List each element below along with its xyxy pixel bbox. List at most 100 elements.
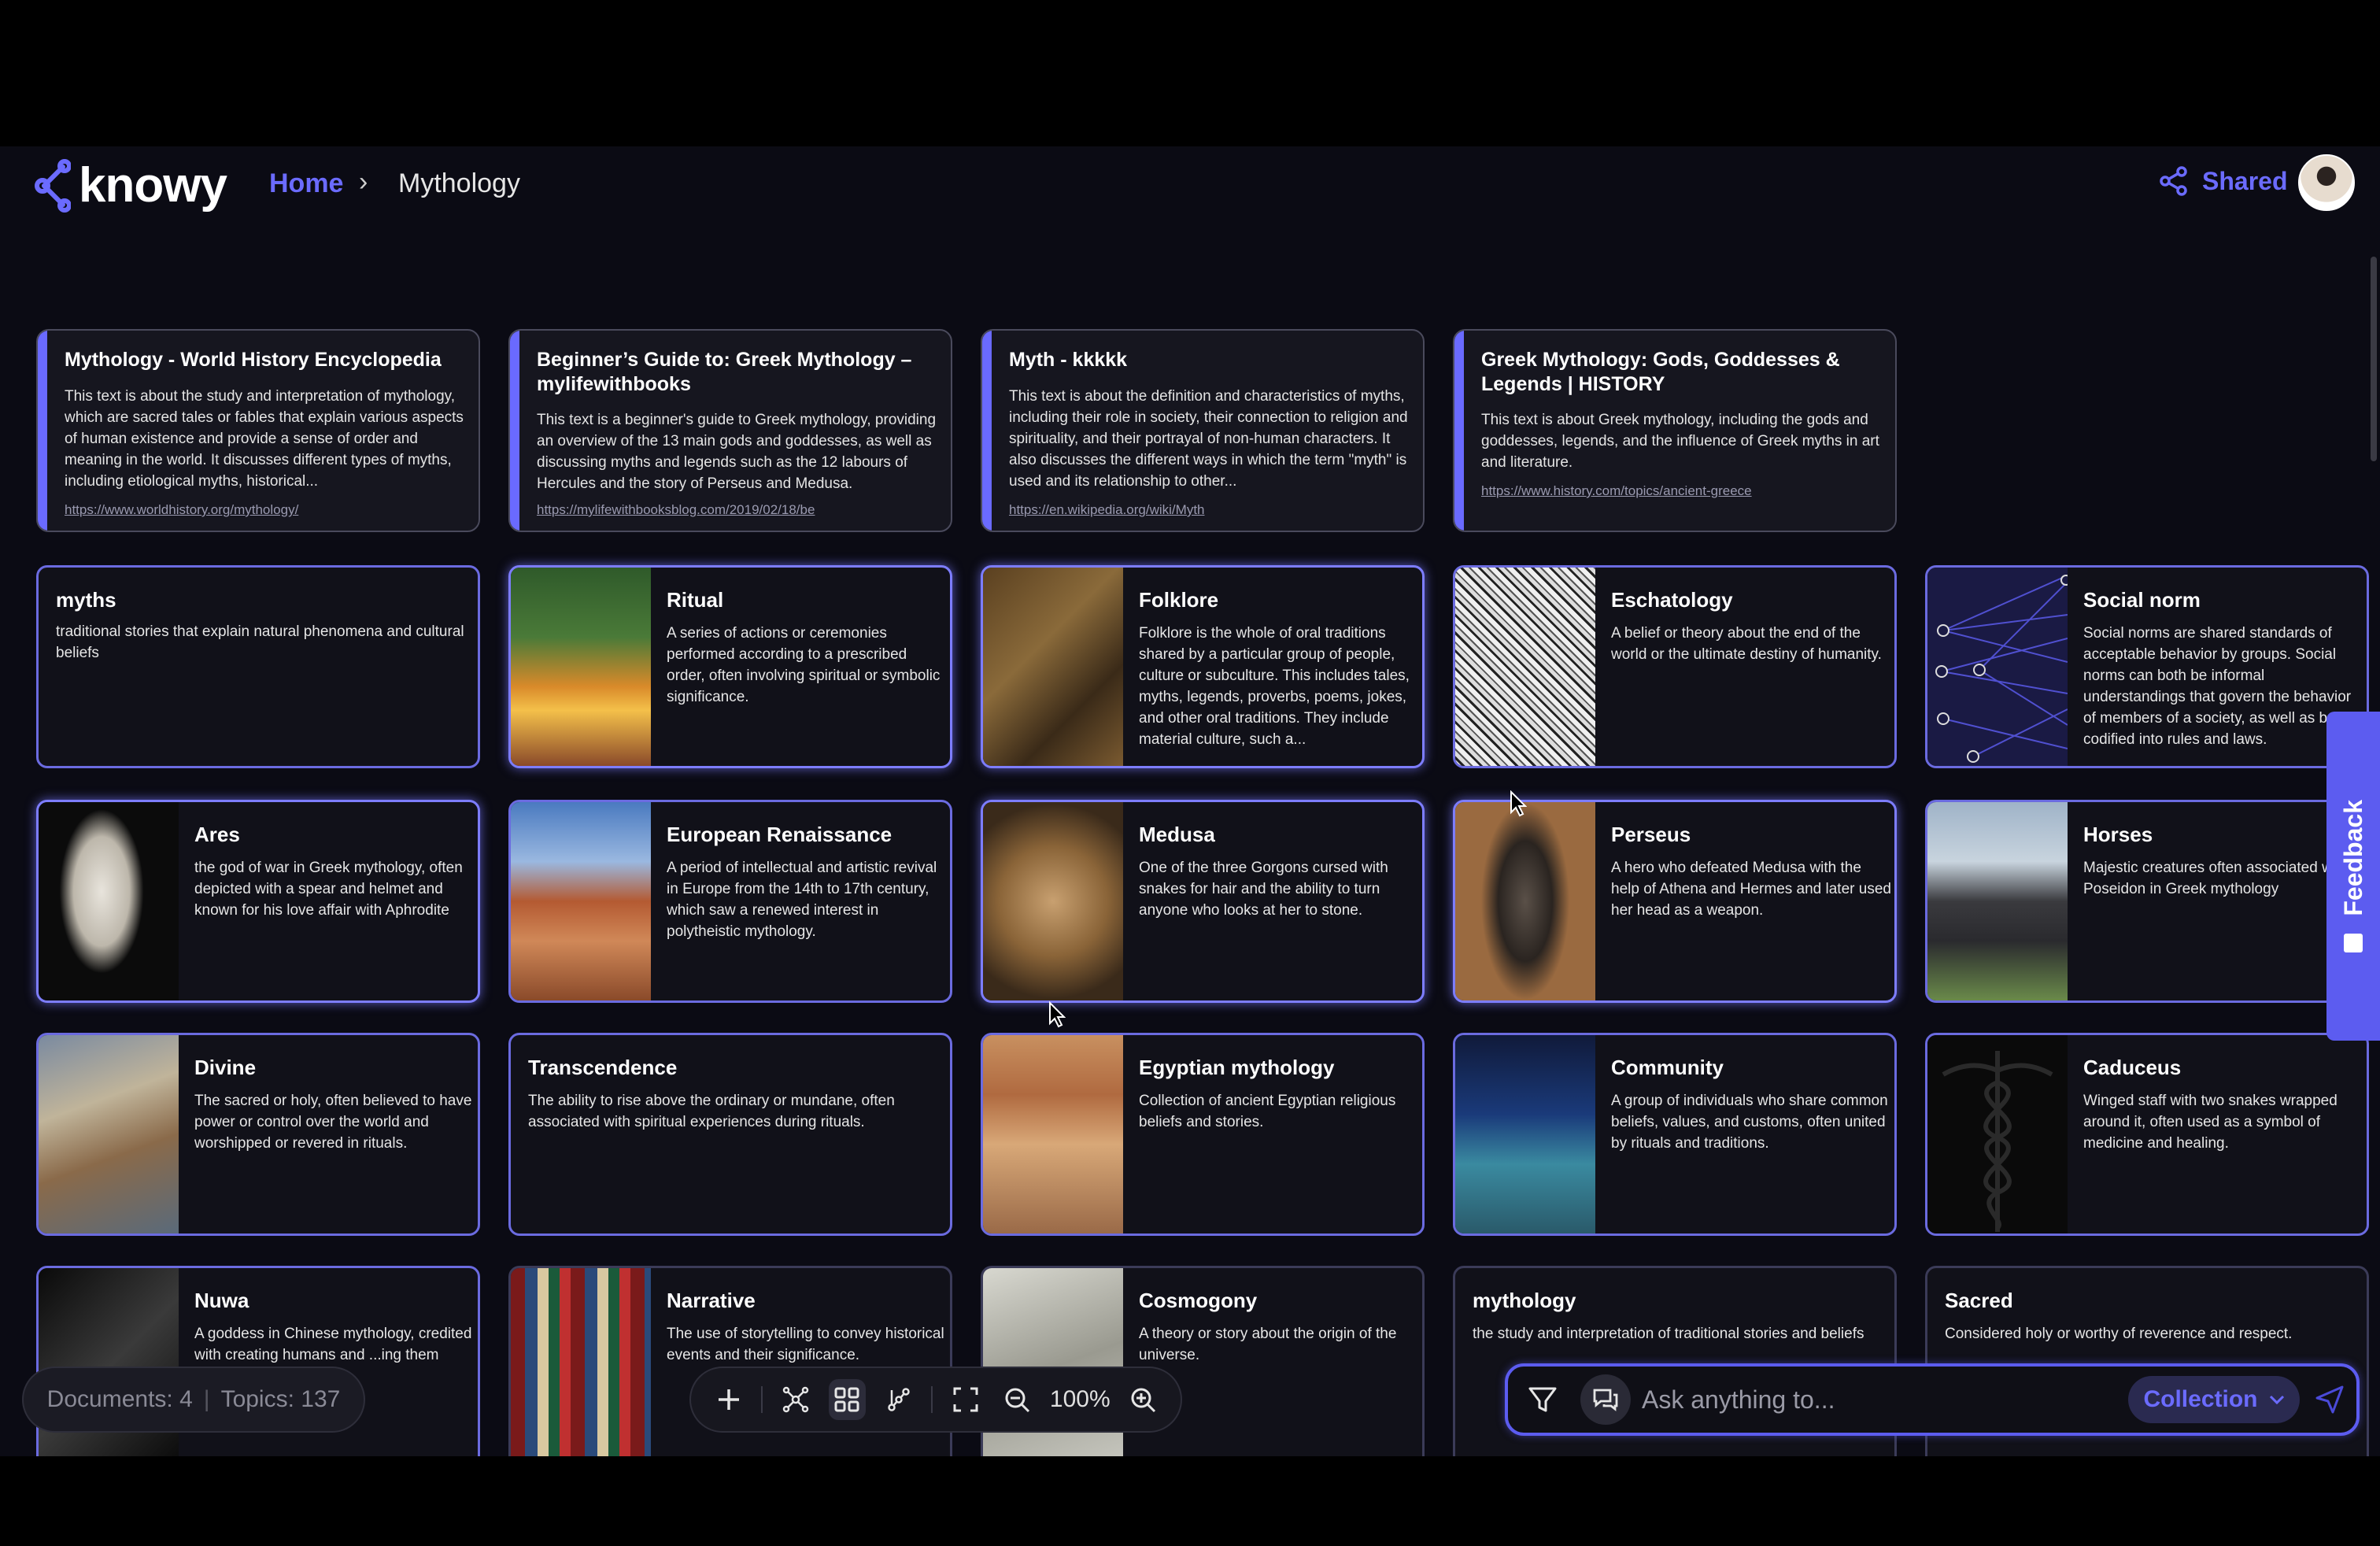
breadcrumb-home[interactable]: Home: [269, 168, 343, 199]
logo-text: knowy: [79, 158, 227, 213]
collection-dropdown[interactable]: Collection: [2128, 1376, 2300, 1423]
documents-count: Documents: 4: [46, 1386, 193, 1412]
topic-description: Folklore is the whole of oral traditions…: [1139, 625, 1410, 748]
shared-button[interactable]: Shared: [2158, 165, 2287, 197]
caduceus-image: [1927, 1035, 2068, 1233]
zoom-out-icon: [1005, 1388, 1030, 1413]
document-summary: This text is about Greek mythology, incl…: [1481, 412, 1879, 471]
topic-title: Divine: [194, 1056, 257, 1079]
topic-description: A period of intellectual and artistic re…: [667, 860, 937, 940]
topic-card-eschatology[interactable]: Eschatology A belief or theory about the…: [1453, 565, 1897, 768]
document-card[interactable]: Beginner’s Guide to: Greek Mythology – m…: [508, 329, 952, 532]
topic-card-folklore[interactable]: Folklore Folklore is the whole of oral t…: [981, 565, 1425, 768]
grid-view-button[interactable]: [828, 1379, 866, 1420]
renaissance-image: [511, 802, 651, 1000]
topic-card-perseus[interactable]: Perseus A hero who defeated Medusa with …: [1453, 800, 1897, 1003]
topic-title: Caduceus: [2083, 1056, 2182, 1079]
document-link[interactable]: https://www.worldhistory.org/mythology/: [65, 502, 298, 518]
topic-title: Folklore: [1139, 588, 1219, 612]
fullscreen-icon: [953, 1387, 978, 1412]
feedback-icon: [2344, 933, 2363, 952]
topic-title: Eschatology: [1611, 588, 1733, 612]
topics-count: Topics: 137: [220, 1386, 341, 1412]
scrollbar-thumb[interactable]: [2371, 257, 2377, 461]
medusa-image: [983, 802, 1123, 1000]
toolbar-divider: [931, 1386, 933, 1413]
breadcrumb-chevron-icon: ›: [359, 167, 368, 197]
top-letterbox: [0, 0, 2380, 146]
document-link[interactable]: https://en.wikipedia.org/wiki/Myth: [1009, 502, 1205, 518]
tree-view-button[interactable]: [880, 1379, 917, 1420]
document-link[interactable]: https://mylifewithbooksblog.com/2019/02/…: [537, 502, 815, 518]
topic-description: Majestic creatures often associated with…: [2083, 860, 2349, 897]
canvas-toolbar: 100%: [689, 1367, 1182, 1433]
topic-description: One of the three Gorgons cursed with sna…: [1139, 860, 1388, 919]
topic-title: European Renaissance: [667, 823, 893, 846]
topic-card-european-renaissance[interactable]: European Renaissance A period of intelle…: [508, 800, 952, 1003]
graph-view-button[interactable]: [777, 1379, 814, 1420]
topic-title: Cosmogony: [1139, 1289, 1258, 1312]
topic-card-myths[interactable]: myths traditional stories that explain n…: [36, 565, 480, 768]
topic-card-caduceus[interactable]: Caduceus Winged staff with two snakes wr…: [1925, 1033, 2369, 1236]
logo[interactable]: knowy: [35, 157, 227, 213]
topic-description: A theory or story about the origin of th…: [1139, 1326, 1397, 1363]
bottom-letterbox: [0, 1456, 2380, 1546]
document-card[interactable]: Mythology - World History Encyclopedia T…: [36, 329, 480, 532]
topic-card-horses[interactable]: Horses Majestic creatures often associat…: [1925, 800, 2369, 1003]
stats-separator: |: [203, 1386, 210, 1412]
topic-description: A hero who defeated Medusa with the help…: [1611, 860, 1891, 919]
feedback-tab[interactable]: Feedback: [2326, 712, 2380, 1041]
ares-image: [39, 802, 179, 1000]
topic-title: Sacred: [1945, 1289, 2013, 1312]
topic-description: Collection of ancient Egyptian religious…: [1139, 1093, 1396, 1130]
topic-card-ares[interactable]: Ares the god of war in Greek mythology, …: [36, 800, 480, 1003]
zoom-out-button[interactable]: [999, 1379, 1036, 1420]
topic-card-social-norm[interactable]: Social norm Social norms are shared stan…: [1925, 565, 2369, 768]
topic-card-divine[interactable]: Divine The sacred or holy, often believe…: [36, 1033, 480, 1236]
caduceus-icon: [1942, 1051, 2053, 1232]
topic-description: The ability to rise above the ordinary o…: [528, 1093, 895, 1130]
topic-description: A series of actions or ceremonies perfor…: [667, 625, 941, 705]
topic-card-ritual[interactable]: Ritual A series of actions or ceremonies…: [508, 565, 952, 768]
document-title: Myth - kkkkk: [1009, 349, 1128, 371]
topic-description: A group of individuals who share common …: [1611, 1093, 1888, 1152]
social-norm-image: [1927, 568, 2071, 766]
mouse-cursor-icon: [1049, 1001, 1066, 1028]
filter-icon[interactable]: [1525, 1382, 1560, 1417]
topic-card-egyptian-mythology[interactable]: Egyptian mythology Collection of ancient…: [981, 1033, 1425, 1236]
topic-title: myths: [56, 588, 116, 612]
topic-title: Egyptian mythology: [1139, 1056, 1335, 1079]
zoom-in-button[interactable]: [1125, 1379, 1162, 1420]
collection-label: Collection: [2143, 1386, 2258, 1412]
topic-description: the god of war in Greek mythology, often…: [194, 860, 463, 919]
knowy-logo-icon: [35, 158, 71, 213]
shared-label: Shared: [2202, 166, 2288, 195]
topic-title: Ares: [194, 823, 240, 846]
topic-title: Ritual: [667, 588, 724, 612]
perseus-image: [1455, 802, 1595, 1000]
add-button[interactable]: [710, 1379, 747, 1420]
document-card[interactable]: Greek Mythology: Gods, Goddesses & Legen…: [1453, 329, 1897, 532]
folklore-image: [983, 568, 1123, 766]
fullscreen-button[interactable]: [947, 1379, 984, 1420]
send-icon[interactable]: [2314, 1384, 2345, 1415]
zoom-level: 100%: [1049, 1386, 1111, 1412]
document-summary: This text is about the study and interpr…: [65, 388, 464, 490]
toolbar-divider: [761, 1386, 763, 1413]
zoom-in-icon: [1131, 1388, 1156, 1413]
document-link[interactable]: https://www.history.com/topics/ancient-g…: [1481, 483, 1752, 499]
mouse-cursor-icon: [1510, 790, 1527, 817]
avatar[interactable]: [2298, 154, 2355, 211]
chat-mode-button[interactable]: [1580, 1374, 1631, 1425]
topic-title: mythology: [1473, 1289, 1576, 1312]
topic-card-community[interactable]: Community A group of individuals who sha…: [1453, 1033, 1897, 1236]
chat-bar: Collection: [1505, 1363, 2360, 1436]
topic-card-medusa[interactable]: Medusa One of the three Gorgons cursed w…: [981, 800, 1425, 1003]
document-card[interactable]: Myth - kkkkk This text is about the defi…: [981, 329, 1425, 532]
document-title: Greek Mythology: Gods, Goddesses & Legen…: [1481, 349, 1840, 395]
breadcrumb-current: Mythology: [398, 168, 520, 198]
ask-input[interactable]: [1642, 1379, 2035, 1420]
stats-pill: Documents: 4 | Topics: 137: [22, 1367, 365, 1433]
topic-card-transcendence[interactable]: Transcendence The ability to rise above …: [508, 1033, 952, 1236]
plus-icon: [718, 1389, 739, 1410]
